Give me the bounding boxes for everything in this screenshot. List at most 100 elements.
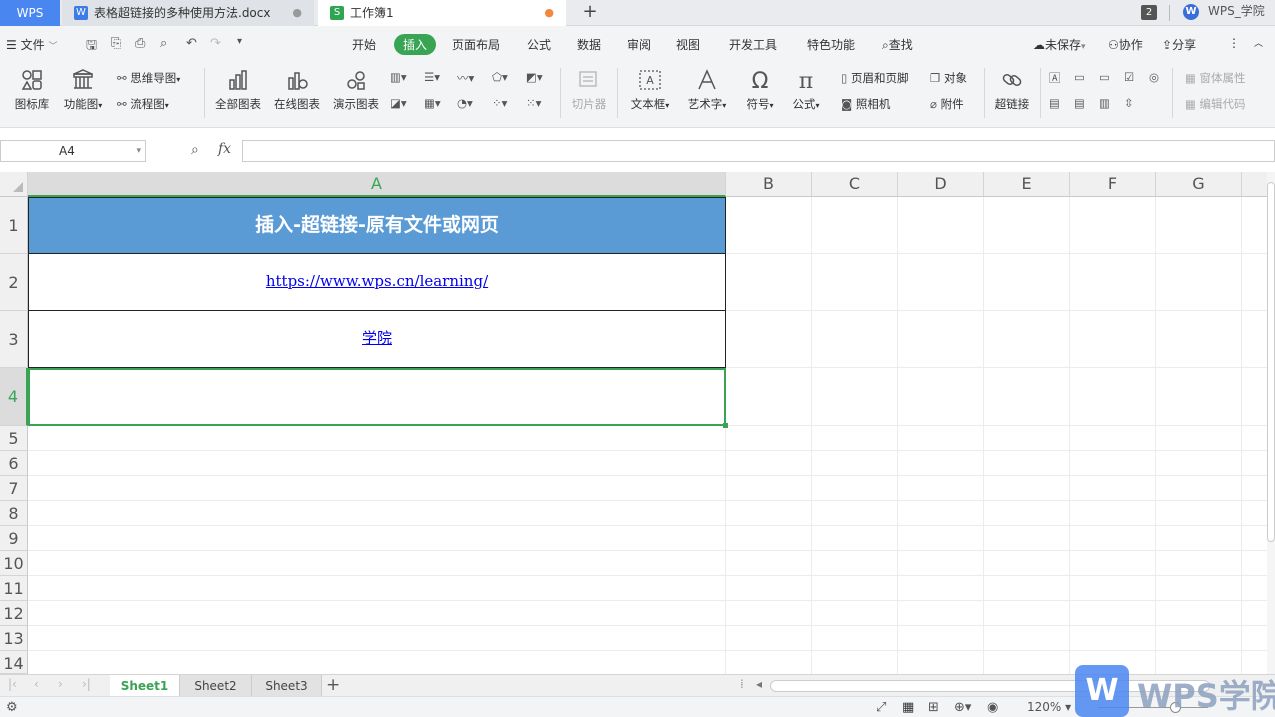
bubble-chart-icon[interactable]: ⁙▾ <box>526 96 541 110</box>
tab-formulas[interactable]: 公式 <box>527 36 551 53</box>
macro-record-icon[interactable]: ⚙ <box>6 700 18 715</box>
vertical-scroll-thumb[interactable] <box>1267 182 1275 542</box>
bar-chart-horizontal-icon[interactable]: ☰▾ <box>424 70 440 84</box>
cell-a4-selected[interactable] <box>28 368 728 428</box>
tab-document-close-icon[interactable]: ● <box>292 0 302 26</box>
user-avatar-icon[interactable]: W <box>1183 4 1199 20</box>
tab-view[interactable]: 视图 <box>676 36 700 53</box>
tab-search[interactable]: ⌕查找 <box>882 36 913 53</box>
zoom-formula-icon[interactable]: ⌕ <box>191 142 199 158</box>
new-tab-button[interactable]: + <box>580 0 600 26</box>
listbox-control-icon[interactable]: ▤ <box>1049 96 1060 110</box>
column-header-a[interactable]: A <box>28 172 726 197</box>
tab-page-layout[interactable]: 页面布局 <box>452 36 500 53</box>
more-options-icon[interactable]: ⋮ <box>1228 36 1240 50</box>
row-header-12[interactable]: 12 <box>0 601 28 626</box>
undo-icon[interactable]: ↶ <box>186 36 197 51</box>
stock-chart-icon[interactable]: ◪▾ <box>390 96 407 110</box>
zoom-level[interactable]: 120% ▾ <box>1027 700 1071 714</box>
button-control-icon[interactable]: ▭ <box>1099 70 1110 84</box>
combo-chart-icon[interactable]: ▦▾ <box>424 96 441 110</box>
row-header-11[interactable]: 11 <box>0 576 28 601</box>
tab-insert[interactable]: 插入 <box>394 34 437 55</box>
scatter-chart-icon[interactable]: ⁘▾ <box>492 96 507 110</box>
row-header-14[interactable]: 14 <box>0 651 28 674</box>
combobox-control-icon[interactable]: ▤ <box>1074 96 1085 110</box>
column-header-d[interactable]: D <box>898 172 984 197</box>
cell-a2[interactable]: https://www.wps.cn/learning/ <box>28 254 726 311</box>
attachment-button[interactable]: ⌀ 附件 <box>930 96 964 112</box>
icon-library-button[interactable]: 图标库 <box>13 68 51 112</box>
redo-icon[interactable]: ↷ <box>210 36 221 51</box>
hyperlink-url[interactable]: https://www.wps.cn/learning/ <box>266 272 488 290</box>
prev-sheet-icon[interactable]: ‹ <box>34 677 39 691</box>
customize-quick-access-icon[interactable]: ▾ <box>237 36 242 47</box>
cell-a1[interactable]: 插入-超链接-原有文件或网页 <box>28 197 726 254</box>
unsaved-status-button[interactable]: ☁未保存▾ <box>1033 36 1086 53</box>
share-button[interactable]: ⇪分享 <box>1162 36 1196 53</box>
tab-wps-home[interactable]: WPS <box>0 0 60 26</box>
pie-chart-icon[interactable]: ◔▾ <box>457 96 473 110</box>
column-header-f[interactable]: F <box>1070 172 1156 197</box>
reading-mode-icon[interactable]: ⊕▾ <box>954 700 971 715</box>
mind-map-button[interactable]: ⚯ 思维导图▾ <box>117 70 180 86</box>
first-sheet-icon[interactable]: |‹ <box>8 677 17 691</box>
column-chart-icon[interactable]: ▥▾ <box>390 70 407 84</box>
name-box[interactable]: A4 ▾ <box>0 140 146 162</box>
symbol-button[interactable]: Ω 符号▾ <box>742 68 778 112</box>
row-header-3[interactable]: 3 <box>0 311 28 368</box>
column-header-e[interactable]: E <box>984 172 1070 197</box>
eye-protection-icon[interactable]: ◉ <box>987 700 998 715</box>
next-sheet-icon[interactable]: › <box>58 677 63 691</box>
line-chart-icon[interactable]: 〰▾ <box>457 70 474 86</box>
chevron-down-icon[interactable]: ▾ <box>136 141 141 161</box>
tab-home[interactable]: 开始 <box>352 36 376 53</box>
formula-input[interactable] <box>242 140 1275 162</box>
cell-a3[interactable]: 学院 <box>28 311 726 368</box>
row-header-8[interactable]: 8 <box>0 501 28 526</box>
page-break-view-icon[interactable]: ⊞ <box>928 700 939 715</box>
tab-data[interactable]: 数据 <box>577 36 601 53</box>
camera-button[interactable]: ◙ 照相机 <box>841 96 890 112</box>
hyperlink-xueyuan[interactable]: 学院 <box>362 329 392 347</box>
split-handle-icon[interactable]: ⁞ <box>740 677 744 691</box>
sheet-tab-1[interactable]: Sheet1 <box>110 675 180 697</box>
column-header-b[interactable]: B <box>726 172 812 197</box>
radio-control-icon[interactable]: ◎ <box>1149 70 1159 84</box>
scrollbar-control-icon[interactable]: ▥ <box>1099 96 1110 110</box>
print-icon[interactable]: ⎙ <box>135 36 145 51</box>
tab-special-features[interactable]: 特色功能 <box>807 36 855 53</box>
demo-chart-button[interactable]: 演示图表 <box>331 68 381 112</box>
user-name[interactable]: WPS_学院 <box>1208 0 1265 22</box>
normal-view-icon[interactable]: ▦ <box>902 700 914 715</box>
edit-code-button[interactable]: ▦ 编辑代码 <box>1185 96 1246 112</box>
textbox-button[interactable]: A 文本框▾ <box>627 68 673 112</box>
spinner-control-icon[interactable]: ⇳ <box>1124 96 1134 110</box>
row-header-9[interactable]: 9 <box>0 526 28 551</box>
header-footer-button[interactable]: ▯ 页眉和页脚 <box>841 70 909 86</box>
sheet-tab-2[interactable]: Sheet2 <box>180 675 252 697</box>
last-sheet-icon[interactable]: ›| <box>82 677 91 691</box>
all-charts-button[interactable]: 全部图表 <box>213 68 263 112</box>
vertical-scrollbar[interactable] <box>1267 172 1275 674</box>
collaborate-button[interactable]: ⚇协作 <box>1108 36 1143 53</box>
select-all-corner[interactable] <box>0 172 28 197</box>
slicer-button[interactable]: 切片器 <box>568 68 610 112</box>
fx-icon[interactable]: fx <box>218 141 231 157</box>
sheet-tab-3[interactable]: Sheet3 <box>252 675 322 697</box>
window-count-badge[interactable]: 2 <box>1141 5 1157 20</box>
function-chart-button[interactable]: 功能图▾ <box>60 68 106 112</box>
radar-chart-icon[interactable]: ⬠▾ <box>492 70 508 84</box>
row-header-13[interactable]: 13 <box>0 626 28 651</box>
add-sheet-icon[interactable]: + <box>326 675 340 695</box>
save-icon[interactable]: 🖫 <box>86 36 97 58</box>
fullscreen-icon[interactable]: ⤢ <box>876 700 886 715</box>
column-header-c[interactable]: C <box>812 172 898 197</box>
row-header-5[interactable]: 5 <box>0 426 28 451</box>
column-header-h[interactable] <box>1242 172 1268 197</box>
row-header-4[interactable]: 4 <box>0 368 28 426</box>
row-header-1[interactable]: 1 <box>0 197 28 254</box>
row-header-10[interactable]: 10 <box>0 551 28 576</box>
hyperlink-button[interactable]: 超链接 <box>992 68 1032 112</box>
row-header-6[interactable]: 6 <box>0 451 28 476</box>
